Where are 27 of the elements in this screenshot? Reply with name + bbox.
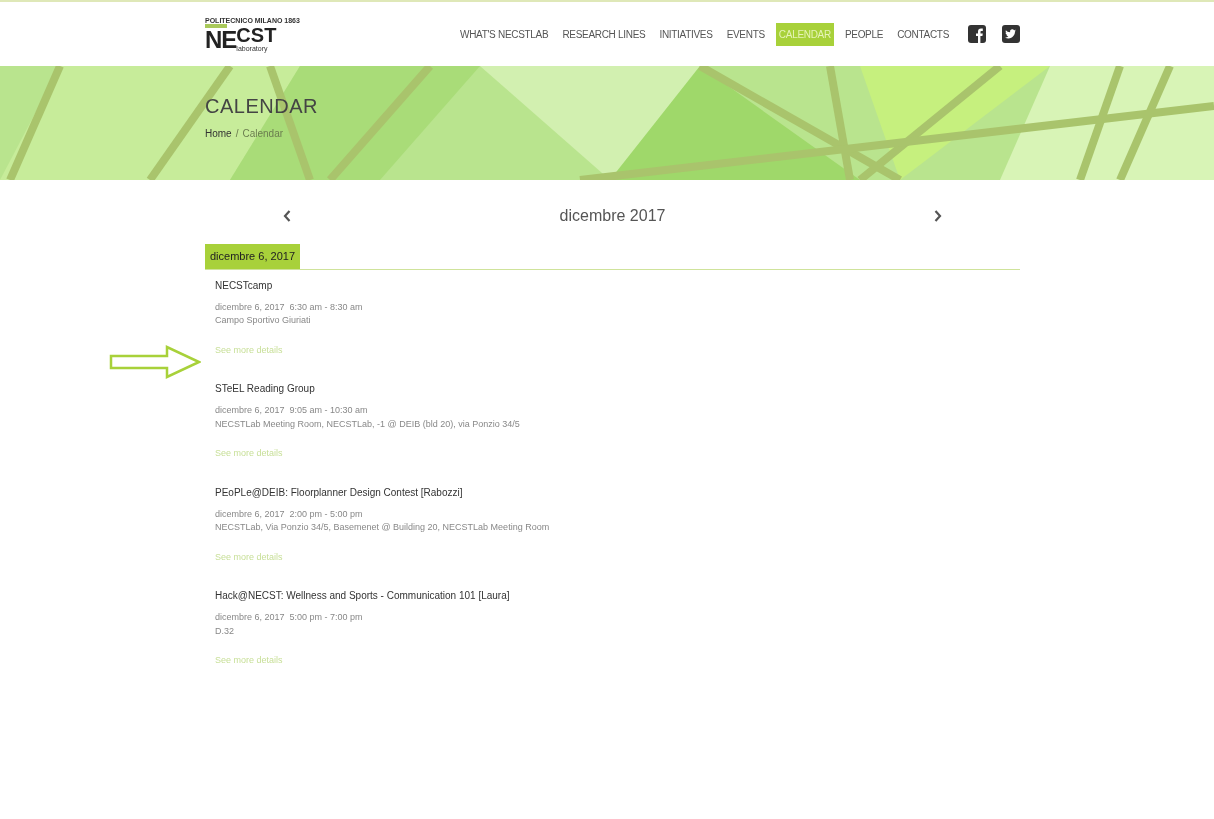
event-location: Campo Sportivo Giuriati: [215, 314, 312, 327]
event-time: dicembre 6, 2017 6:30 am - 8:30 am: [215, 300, 364, 314]
event-time: dicembre 6, 2017 5:00 pm - 7:00 pm: [215, 611, 364, 624]
event-title: PEoPLe@DEIB: Floorplanner Design Contest [Rabozzi]: [215, 485, 464, 500]
page-title: CALENDAR: [205, 94, 319, 118]
twitter-icon[interactable]: [1002, 25, 1020, 43]
event-location: D.32: [215, 624, 235, 638]
facebook-icon[interactable]: [968, 25, 986, 43]
nav-link[interactable]: INITIATIVES: [656, 22, 716, 46]
nav-link[interactable]: EVENTS: [723, 22, 768, 46]
event-time: dicembre 6, 2017 2:00 pm - 5:00 pm: [215, 507, 364, 521]
event-title: NECSTcamp: [215, 278, 274, 293]
breadcrumb-current: Calendar: [242, 127, 284, 141]
event-time: dicembre 6, 2017 9:05 am - 10:30 am: [215, 404, 369, 417]
nav-link[interactable]: RESEARCH LINES: [559, 22, 649, 46]
event-location: NECSTLab Meeting Room, NECSTLab, -1 @ DEIB (bld 20), via Ponzio 34/5: [215, 417, 521, 431]
breadcrumb-link[interactable]: Home: [205, 126, 232, 141]
previous-month-icon[interactable]: [283, 210, 291, 222]
nav-link[interactable]: WHAT'S NECSTLAB: [457, 22, 552, 46]
event-title: STeEL Reading Group: [215, 382, 316, 396]
breadcrumb-separator: /: [235, 127, 239, 141]
event-title: Hack@NECST: Wellness and Sports - Communication 101 [Laura]: [215, 589, 511, 603]
month-title: dicembre 2017: [559, 206, 666, 226]
nav-link[interactable]: PEOPLE: [841, 22, 887, 46]
nav-link[interactable]: CONTACTS: [894, 22, 952, 46]
next-month-icon[interactable]: [934, 210, 942, 222]
event-location: NECSTLab, Via Ponzio 34/5, Basemenet @ Building 20, NECSTLab Meeting Room: [215, 521, 551, 534]
